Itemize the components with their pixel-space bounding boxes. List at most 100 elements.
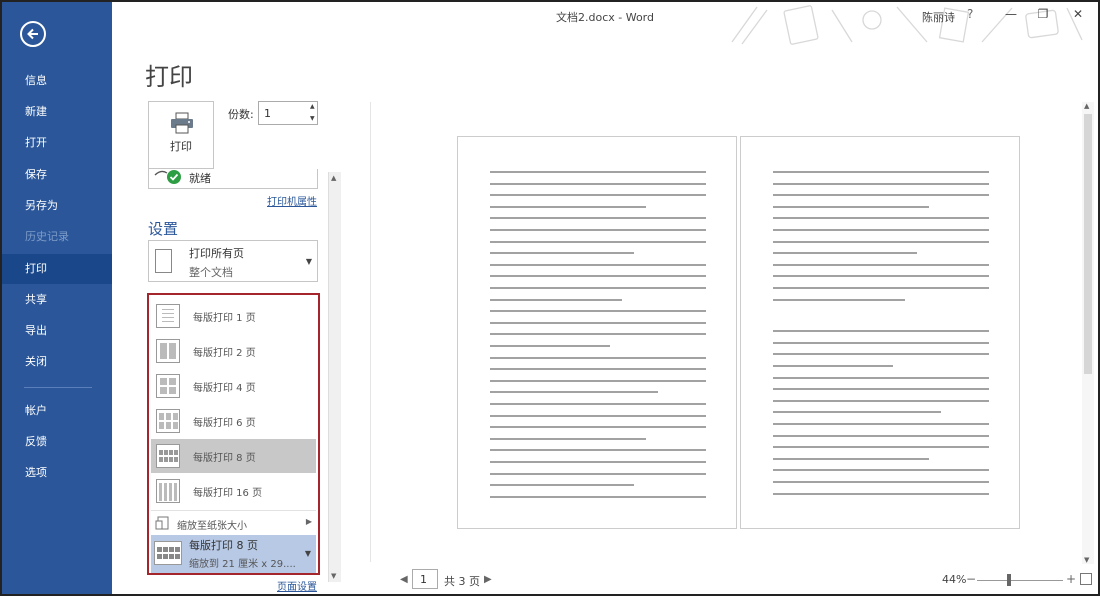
- preview-text-line: [490, 449, 706, 452]
- two-pages-icon: [156, 339, 180, 363]
- printer-properties-link[interactable]: 打印机属性: [267, 193, 317, 208]
- menu-item-label: 每版打印 4 页: [193, 383, 256, 394]
- scale-to-paper-size-item[interactable]: 缩放至纸张大小 ▶: [151, 512, 316, 534]
- printer-selector[interactable]: 就绪: [148, 169, 318, 189]
- print-range-description: 整个文档: [189, 266, 233, 279]
- copies-input[interactable]: 1: [258, 101, 318, 125]
- six-pages-icon: [156, 409, 180, 433]
- nav-item-feedback[interactable]: 反馈: [2, 427, 112, 457]
- nav-item-open[interactable]: 打开: [2, 128, 112, 158]
- preview-text-line: [490, 391, 658, 394]
- nav-item-info[interactable]: 信息: [2, 66, 112, 96]
- preview-text-line: [490, 217, 706, 220]
- preview-text-line: [490, 403, 706, 405]
- nav-item-account[interactable]: 帐户: [2, 396, 112, 426]
- printer-icon: [171, 112, 193, 134]
- preview-navigation-bar: ◀ 1 共 3 页 ▶ 44% − +: [370, 567, 1092, 593]
- menu-item-1-page[interactable]: 每版打印 1 页: [151, 299, 316, 333]
- preview-text-line: [773, 205, 929, 208]
- preview-text-line: [490, 414, 706, 417]
- print-preview: [370, 102, 1083, 562]
- preview-text-line: [490, 182, 706, 185]
- previous-page-icon[interactable]: ◀: [400, 574, 408, 585]
- back-button[interactable]: [20, 21, 46, 47]
- nav-item-save[interactable]: 保存: [2, 160, 112, 190]
- nav-item-close[interactable]: 关闭: [2, 347, 112, 377]
- zoom-out-icon[interactable]: −: [966, 572, 976, 586]
- signed-in-user[interactable]: 陈丽诗: [922, 9, 955, 25]
- menu-item-label: 每版打印 1 页: [193, 313, 256, 324]
- menu-item-16-pages[interactable]: 每版打印 16 页: [151, 474, 316, 508]
- menu-item-4-pages[interactable]: 每版打印 4 页: [151, 369, 316, 403]
- preview-text-line: [773, 399, 989, 402]
- menu-item-8-pages[interactable]: 每版打印 8 页: [151, 439, 316, 473]
- preview-text-line: [490, 252, 634, 255]
- eight-pages-icon: [156, 444, 180, 468]
- preview-text-line: [490, 472, 706, 475]
- zoom-slider[interactable]: [977, 574, 1063, 586]
- page-setup-link[interactable]: 页面设置: [277, 578, 317, 593]
- scale-to-paper-label: 缩放至纸张大小: [177, 521, 247, 532]
- preview-text-line: [773, 423, 989, 425]
- page-title: 打印: [145, 63, 193, 91]
- nav-item-share[interactable]: 共享: [2, 285, 112, 315]
- scroll-up-icon[interactable]: ▲: [331, 174, 336, 182]
- preview-text-line: [773, 353, 989, 356]
- preview-text-line: [490, 495, 706, 498]
- nav-item-export[interactable]: 导出: [2, 316, 112, 346]
- menu-item-6-pages[interactable]: 每版打印 6 页: [151, 404, 316, 438]
- title-bar: 文档2.docx - Word 陈丽诗 ? — ❐ ✕: [112, 2, 1098, 45]
- preview-text-line: [773, 341, 989, 344]
- zoom-level[interactable]: 44%: [942, 573, 966, 586]
- app-window: 信息 新建 打开 保存 另存为 历史记录 打印 共享 导出 关闭 帐户 反馈 选…: [0, 0, 1100, 596]
- print-button[interactable]: 打印: [148, 101, 214, 169]
- chevron-right-icon: ▶: [305, 517, 312, 526]
- scroll-down-icon[interactable]: ▼: [331, 572, 336, 580]
- page-number-input[interactable]: 1: [412, 569, 438, 589]
- preview-text-line: [773, 252, 917, 255]
- restore-button[interactable]: ❐: [1032, 6, 1054, 22]
- nav-item-save-as[interactable]: 另存为: [2, 191, 112, 221]
- preview-text-line: [490, 484, 634, 487]
- preview-text-line: [773, 263, 989, 266]
- document-icon: [155, 249, 172, 273]
- preview-text-line: [490, 229, 706, 231]
- preview-text-line: [490, 321, 706, 324]
- preview-text-line: [490, 240, 706, 243]
- nav-item-new[interactable]: 新建: [2, 97, 112, 127]
- zoom-slider-thumb[interactable]: [1007, 574, 1011, 586]
- dropdown-arrow-icon: ▼: [304, 549, 311, 558]
- scroll-down-icon[interactable]: ▼: [1084, 556, 1089, 564]
- menu-item-2-pages[interactable]: 每版打印 2 页: [151, 334, 316, 368]
- zoom-in-icon[interactable]: +: [1066, 572, 1076, 586]
- nav-divider: [24, 387, 92, 388]
- preview-scrollbar[interactable]: ▲ ▼: [1082, 102, 1094, 564]
- pages-per-sheet-dropdown[interactable]: 每版打印 8 页 缩放到 21 厘米 x 29.... ▼: [151, 535, 316, 573]
- menu-item-label: 每版打印 2 页: [193, 348, 256, 359]
- dropdown-arrow-icon: ▼: [305, 257, 312, 266]
- print-button-label: 打印: [170, 140, 192, 153]
- help-icon[interactable]: ?: [967, 7, 973, 21]
- four-pages-icon: [156, 374, 180, 398]
- pages-per-sheet-value: 每版打印 8 页: [189, 539, 258, 552]
- scale-page-icon: [155, 516, 169, 530]
- scroll-thumb[interactable]: [1084, 114, 1092, 374]
- scroll-up-icon[interactable]: ▲: [1084, 102, 1089, 110]
- preview-text-line: [773, 492, 989, 495]
- minimize-button[interactable]: —: [1000, 6, 1022, 22]
- close-button[interactable]: ✕: [1067, 6, 1089, 22]
- settings-scrollbar[interactable]: ▲ ▼: [328, 172, 341, 582]
- settings-heading: 设置: [148, 220, 179, 238]
- menu-item-label: 每版打印 6 页: [193, 418, 256, 429]
- nav-item-options[interactable]: 选项: [2, 458, 112, 488]
- preview-text-line: [773, 469, 989, 472]
- preview-text-line: [490, 379, 706, 382]
- preview-text-line: [773, 275, 989, 278]
- preview-text-line: [773, 330, 989, 333]
- menu-item-label: 每版打印 8 页: [193, 453, 256, 464]
- preview-text-line: [490, 287, 706, 289]
- print-range-dropdown[interactable]: 打印所有页 整个文档 ▼: [148, 240, 318, 282]
- nav-item-print[interactable]: 打印: [2, 254, 112, 284]
- next-page-icon[interactable]: ▶: [484, 574, 492, 585]
- fit-to-window-icon[interactable]: [1080, 573, 1092, 585]
